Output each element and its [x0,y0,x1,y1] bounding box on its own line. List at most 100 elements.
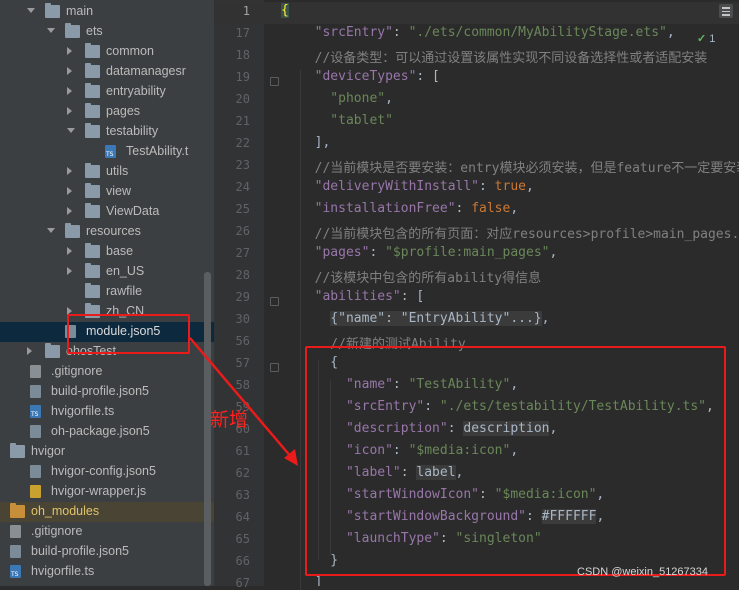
code-token: , [541,311,550,326]
tree-item[interactable]: hvigor-config.json5 [0,462,214,482]
tree-item[interactable]: ViewData [0,202,214,222]
chevron-right-icon[interactable] [67,167,72,175]
tree-item[interactable]: .gitignore [0,362,214,382]
line-number: 30 [235,312,250,326]
chevron-right-icon[interactable] [67,67,72,75]
code-token: : [392,25,409,40]
tree-item-label: datamanagesr [106,64,186,78]
tree-item[interactable]: en_US [0,262,214,282]
tree-item-label: hvigor-config.json5 [51,464,156,478]
fold-marker-icon[interactable] [270,363,279,372]
code-token: : [455,201,472,216]
tree-item[interactable]: base [0,242,214,262]
tree-item-label: pages [106,104,141,118]
chevron-right-icon[interactable] [67,207,72,215]
code-token: , [510,201,519,216]
tree-item-label: hvigorfile.ts [51,404,115,418]
chevron-right-icon[interactable] [67,87,72,95]
tree-item[interactable]: rawfile [0,282,214,302]
ts-file-icon [10,565,21,578]
code-token: //当前模块是否要安装：entry模块必须安装，但是feature不一定要安装 [299,161,739,176]
line-number: 64 [235,510,250,524]
json-file-icon [30,425,41,438]
folder-icon [85,83,100,98]
tree-item-label: resources [86,224,141,238]
chevron-down-icon[interactable] [47,228,55,233]
chevron-down-icon[interactable] [47,28,55,33]
tree-item[interactable]: resources [0,222,214,242]
chevron-right-icon[interactable] [67,267,72,275]
code-token: , [549,245,558,260]
line-number: 29 [235,290,250,304]
code-token: "installationFree" [299,201,456,216]
tree-item[interactable]: hvigorfile.ts [0,562,214,582]
line-number: 20 [235,92,250,106]
chevron-right-icon[interactable] [67,187,72,195]
js-file-icon [30,485,41,498]
tree-item-label: ViewData [106,204,160,218]
code-line: //当前模块是否要安装：entry模块必须安装，但是feature不一定要安装 [299,157,739,176]
line-number: 57 [235,356,250,370]
chevron-right-icon[interactable] [67,47,72,55]
folder-icon [85,243,100,258]
code-line: "deviceTypes": [ [299,69,440,84]
folder-icon [85,103,100,118]
tree-item-label: hvigor-wrapper.js [51,484,147,498]
code-line: "installationFree": false, [299,201,519,216]
tree-item[interactable]: hvigorfile.ts [0,402,214,422]
tree-item[interactable]: entryability [0,82,214,102]
line-number: 63 [235,488,250,502]
code-line: "phone", [299,91,393,106]
line-number: 24 [235,180,250,194]
tree-item[interactable]: main [0,2,214,22]
tree-item[interactable]: pages [0,102,214,122]
chevron-right-icon[interactable] [67,107,72,115]
line-number: 65 [235,532,250,546]
tree-item[interactable]: view [0,182,214,202]
code-token: "deviceTypes" [299,69,417,84]
tree-item-label: oh-package.json5 [51,424,150,438]
tree-item[interactable]: utils [0,162,214,182]
tree-item[interactable]: build-profile.json5 [0,382,214,402]
inspection-status-badge[interactable]: ✓ 1 [697,32,715,45]
code-token: , [666,25,675,40]
editor-menu-icon[interactable] [719,4,733,18]
line-number: 61 [235,444,250,458]
chevron-right-icon[interactable] [67,247,72,255]
tree-item-label: entryability [106,84,166,98]
tree-item[interactable]: oh-package.json5 [0,422,214,442]
line-number-gutter: 1 17 18 19 20 21 22 23 24 25 26 27 28 29 30 56 57 58 59 60 6… [214,0,264,590]
fold-marker-icon[interactable] [270,77,279,86]
tree-item[interactable]: .gitignore [0,522,214,542]
line-number: 25 [235,202,250,216]
code-line: "srcEntry": "./ets/common/MyAbilityStage… [299,25,675,40]
watermark: CSDN @weixin_51267334 [577,566,709,578]
tree-item[interactable]: ets [0,22,214,42]
json-file-icon [30,465,41,478]
folder-icon [85,183,100,198]
chevron-right-icon[interactable] [27,347,32,355]
tree-item[interactable]: build-profile.json5 [0,542,214,562]
folder-icon [65,23,80,38]
tree-item[interactable]: hvigor [0,442,214,462]
tree-item[interactable]: oh_modules [0,502,214,522]
inspection-count: 1 [709,33,716,45]
code-token: false [471,201,511,216]
chevron-down-icon[interactable] [67,128,75,133]
folder-icon [10,503,25,518]
tree-item-label: common [106,44,154,58]
tree-item-label: .gitignore [31,524,83,538]
tree-item[interactable]: datamanagesr [0,62,214,82]
tree-item-label: hvigor [31,444,66,458]
fold-marker-icon[interactable] [270,297,279,306]
json-file-icon [30,385,41,398]
line-number: 66 [235,554,250,568]
chevron-down-icon[interactable] [27,8,35,13]
tree-item[interactable]: hvigor-wrapper.js [0,482,214,502]
check-icon: ✓ [697,33,707,45]
tree-item[interactable]: common [0,42,214,62]
folder-icon [45,3,60,18]
tree-item[interactable]: testability [0,122,214,142]
code-token: , [385,91,393,106]
tree-item[interactable]: TestAbility.t [0,142,214,162]
